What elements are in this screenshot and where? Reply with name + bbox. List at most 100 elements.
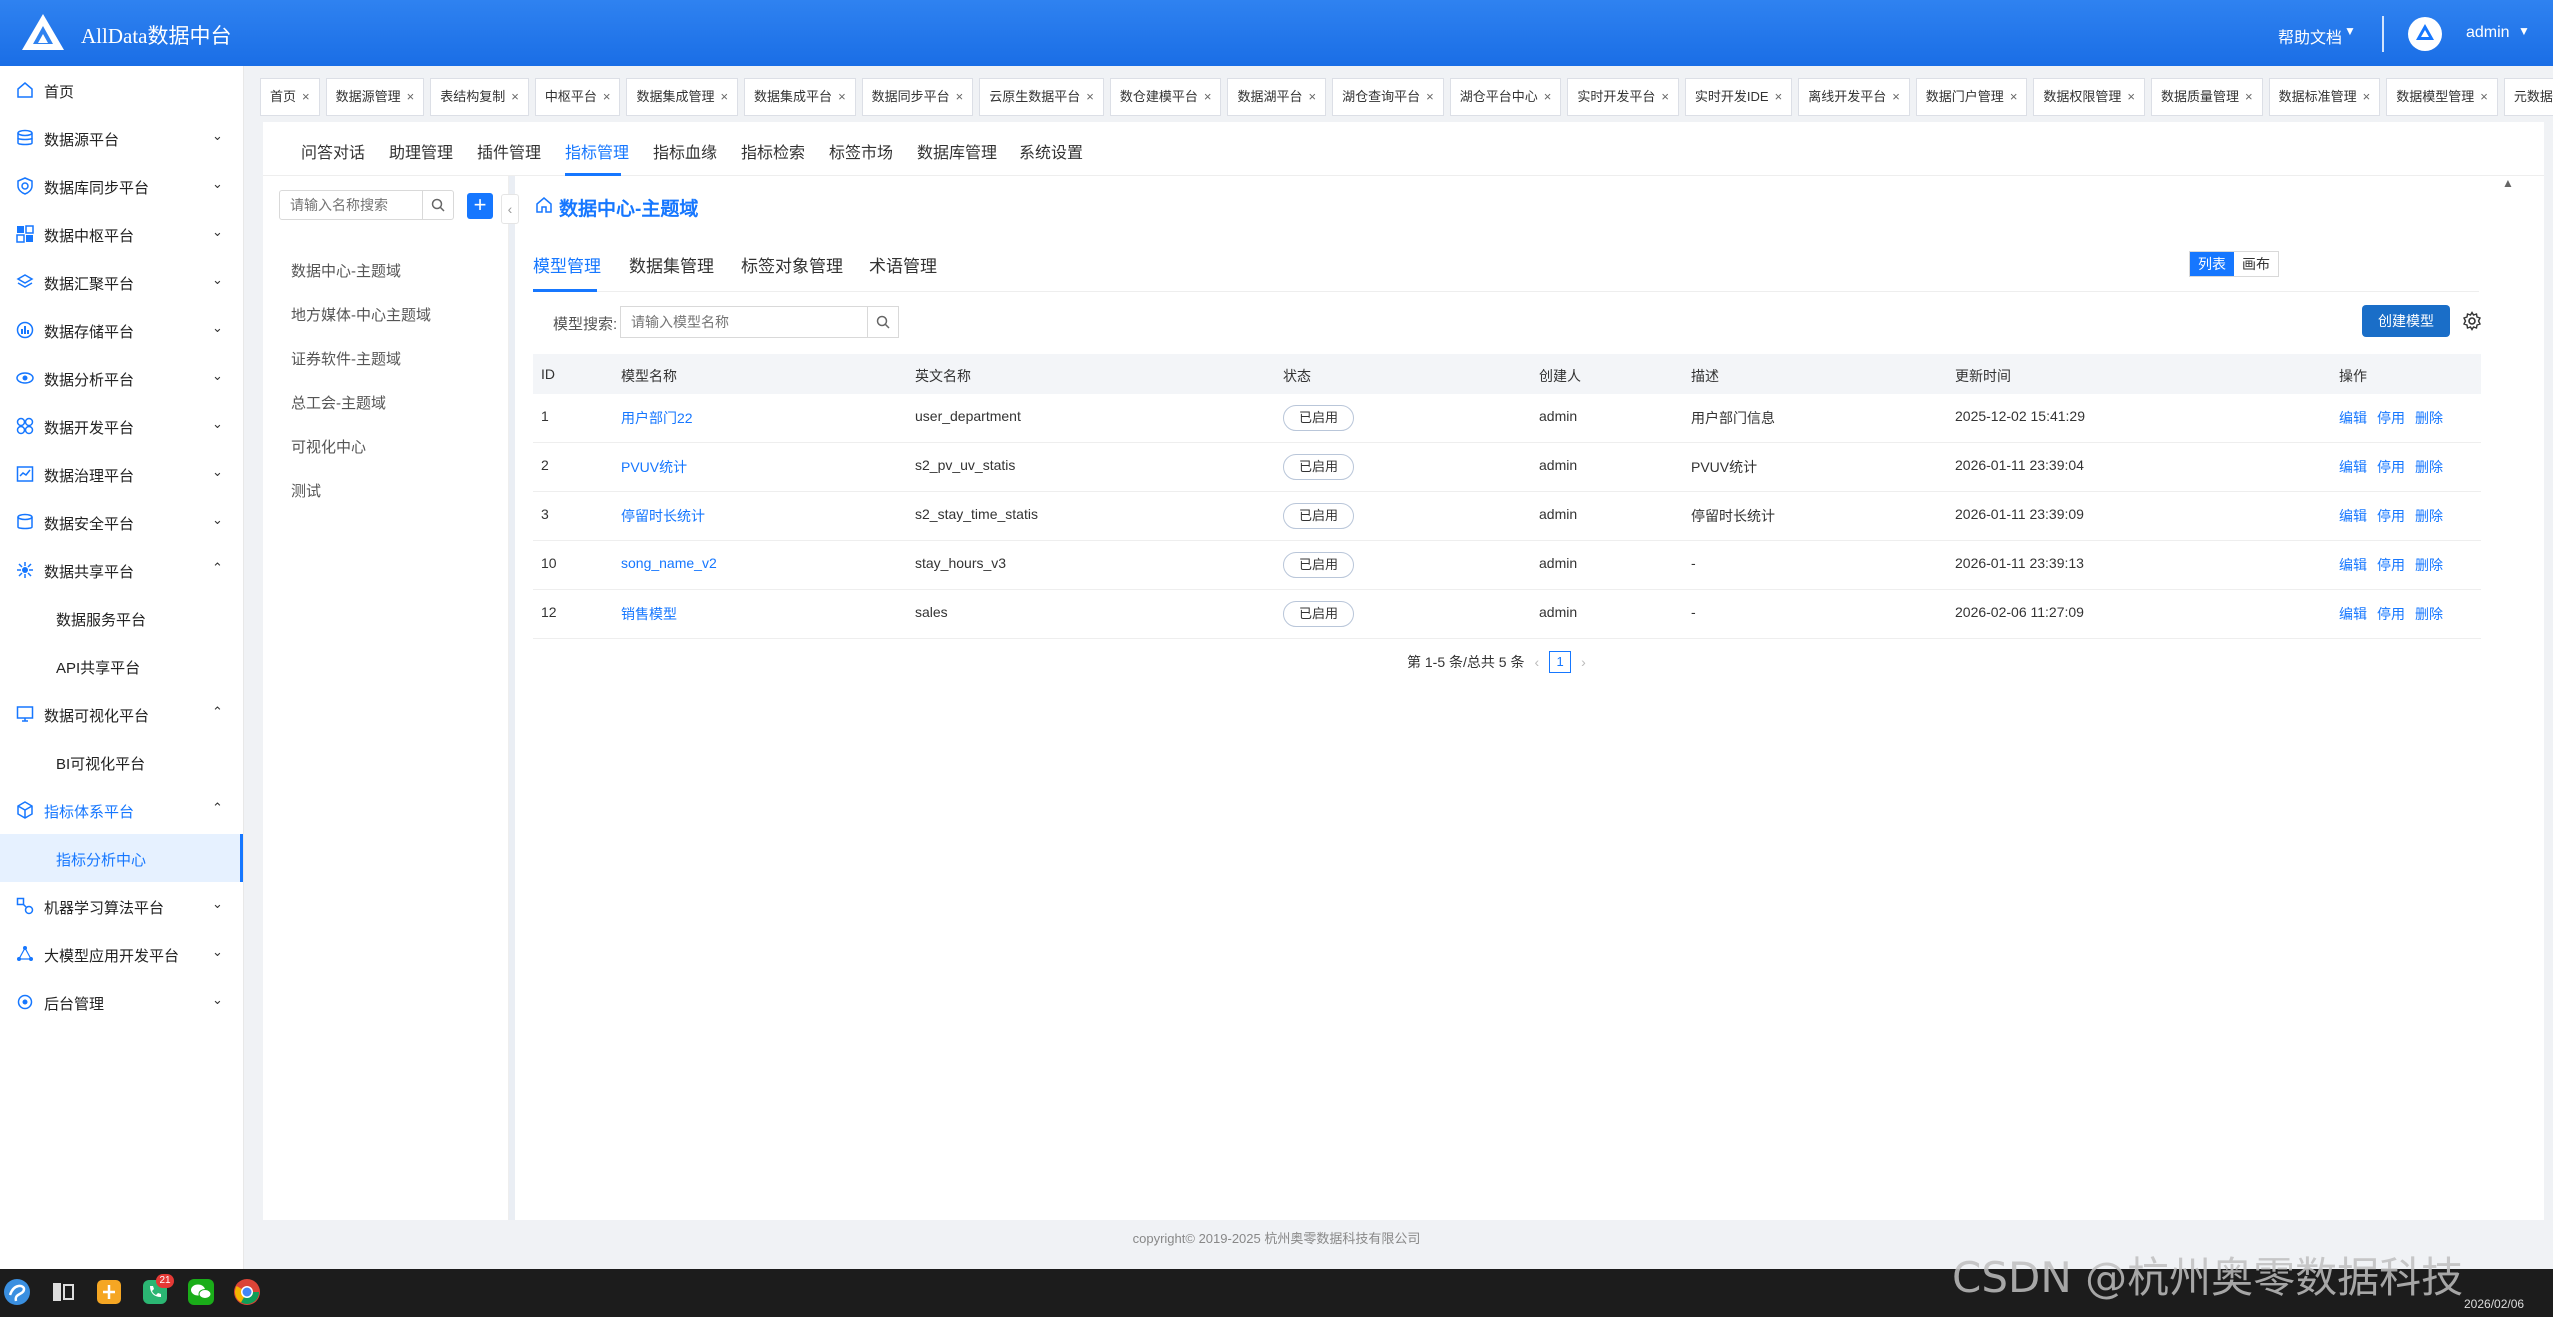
caret-down-icon[interactable]: ▼ bbox=[2518, 24, 2530, 38]
sidebar-subitem-data-service[interactable]: 数据服务平台 bbox=[0, 594, 243, 642]
sidebar-item-security[interactable]: 数据安全平台 ⌄ bbox=[0, 498, 243, 546]
visited-tag[interactable]: 数据权限管理 × bbox=[2033, 78, 2146, 116]
tree-node[interactable]: 可视化中心 bbox=[291, 436, 366, 457]
nav-indicator-search[interactable]: 指标检索 bbox=[741, 139, 805, 163]
edit-button[interactable]: 编辑 bbox=[2339, 557, 2367, 573]
tree-search-input[interactable] bbox=[279, 190, 423, 220]
delete-button[interactable]: 删除 bbox=[2415, 508, 2443, 524]
edit-button[interactable]: 编辑 bbox=[2339, 606, 2367, 622]
model-search-input[interactable] bbox=[620, 306, 868, 338]
tab-model-manage[interactable]: 模型管理 bbox=[533, 252, 601, 277]
visited-tag[interactable]: 云原生数据平台 × bbox=[979, 78, 1104, 116]
tree-search-button[interactable] bbox=[422, 190, 454, 220]
nav-assistant[interactable]: 助理管理 bbox=[389, 139, 453, 163]
page-number-button[interactable]: 1 bbox=[1549, 651, 1572, 673]
close-tag-icon[interactable]: × bbox=[511, 89, 519, 104]
close-tag-icon[interactable]: × bbox=[1426, 89, 1434, 104]
close-tag-icon[interactable]: × bbox=[407, 89, 415, 104]
model-name-link[interactable]: song_name_v2 bbox=[621, 555, 717, 571]
delete-button[interactable]: 删除 bbox=[2415, 459, 2443, 475]
visited-tag[interactable]: 元数据管理平台× bbox=[2503, 78, 2553, 116]
model-search-button[interactable] bbox=[867, 306, 899, 338]
add-domain-button[interactable]: + bbox=[467, 193, 493, 219]
close-tag-icon[interactable]: × bbox=[956, 89, 964, 104]
close-tag-icon[interactable]: × bbox=[838, 89, 846, 104]
close-tag-icon[interactable]: × bbox=[2010, 89, 2018, 104]
model-name-link[interactable]: 用户部门22 bbox=[621, 408, 693, 428]
close-tag-icon[interactable]: × bbox=[603, 89, 611, 104]
tab-dataset-manage[interactable]: 数据集管理 bbox=[629, 252, 714, 277]
visited-tag[interactable]: 实时开发平台 × bbox=[1567, 78, 1679, 116]
visited-tag[interactable]: 离线开发平台 × bbox=[1798, 78, 1910, 116]
user-avatar[interactable] bbox=[2408, 17, 2442, 51]
visited-tag[interactable]: 中枢平台 × bbox=[534, 78, 621, 116]
model-name-link[interactable]: PVUV统计 bbox=[621, 457, 687, 477]
edit-button[interactable]: 编辑 bbox=[2339, 508, 2367, 524]
chrome-icon[interactable] bbox=[232, 1277, 262, 1307]
nav-system-settings[interactable]: 系统设置 bbox=[1019, 139, 1083, 163]
disable-button[interactable]: 停用 bbox=[2377, 459, 2405, 475]
next-page-icon[interactable]: › bbox=[1581, 654, 1586, 670]
sidebar-item-visualization[interactable]: 数据可视化平台 ⌃ bbox=[0, 690, 243, 738]
disable-button[interactable]: 停用 bbox=[2377, 508, 2405, 524]
nav-plugin[interactable]: 插件管理 bbox=[477, 139, 541, 163]
close-tag-icon[interactable]: × bbox=[2245, 89, 2253, 104]
sidebar-item-hub[interactable]: 数据中枢平台 ⌄ bbox=[0, 210, 243, 258]
visited-tag[interactable]: 数据标准管理 × bbox=[2268, 78, 2381, 116]
delete-button[interactable]: 删除 bbox=[2415, 410, 2443, 426]
wechat-icon[interactable] bbox=[186, 1277, 216, 1307]
sidebar-subitem-bi[interactable]: BI可视化平台 bbox=[0, 738, 243, 786]
visited-tag[interactable]: 湖仓查询平台 × bbox=[1332, 78, 1444, 116]
sidebar-subitem-indicator-center[interactable]: 指标分析中心 bbox=[0, 834, 243, 882]
sidebar-item-db-sync[interactable]: 数据库同步平台 ⌄ bbox=[0, 162, 243, 210]
tree-node[interactable]: 数据中心-主题域 bbox=[291, 260, 401, 281]
close-tag-icon[interactable]: × bbox=[1661, 89, 1669, 104]
sidebar-item-aggregation[interactable]: 数据汇聚平台 ⌄ bbox=[0, 258, 243, 306]
visited-tag[interactable]: 数仓建模平台 × bbox=[1109, 78, 1222, 116]
tree-node[interactable]: 总工会-主题域 bbox=[291, 392, 386, 413]
view-list-button[interactable]: 列表 bbox=[2190, 252, 2234, 276]
scroll-up-icon[interactable]: ▲ bbox=[2502, 176, 2514, 190]
model-name-link[interactable]: 停留时长统计 bbox=[621, 506, 705, 526]
nav-tag-market[interactable]: 标签市场 bbox=[829, 139, 893, 163]
disable-button[interactable]: 停用 bbox=[2377, 606, 2405, 622]
close-tag-icon[interactable]: × bbox=[2363, 89, 2371, 104]
sidebar-item-home[interactable]: 首页 bbox=[0, 66, 243, 114]
sidebar-item-analysis[interactable]: 数据分析平台 ⌄ bbox=[0, 354, 243, 402]
sidebar-item-share[interactable]: 数据共享平台 ⌃ bbox=[0, 546, 243, 594]
visited-tag[interactable]: 表结构复制 × bbox=[430, 78, 529, 116]
model-name-link[interactable]: 销售模型 bbox=[621, 604, 677, 624]
sidebar-item-admin[interactable]: 后台管理 ⌄ bbox=[0, 978, 243, 1026]
create-model-button[interactable]: 创建模型 bbox=[2362, 305, 2450, 337]
close-tag-icon[interactable]: × bbox=[1544, 89, 1552, 104]
sidebar-item-datasource[interactable]: 数据源平台 ⌄ bbox=[0, 114, 243, 162]
visited-tag[interactable]: 数据门户管理 × bbox=[1915, 78, 2028, 116]
view-canvas-button[interactable]: 画布 bbox=[2234, 252, 2278, 276]
delete-button[interactable]: 删除 bbox=[2415, 557, 2443, 573]
splitter-rail[interactable] bbox=[509, 176, 515, 1220]
close-tag-icon[interactable]: × bbox=[1892, 89, 1900, 104]
visited-tag[interactable]: 数据集成平台 × bbox=[744, 78, 856, 116]
close-tag-icon[interactable]: × bbox=[1204, 89, 1212, 104]
close-tag-icon[interactable]: × bbox=[1309, 89, 1317, 104]
delete-button[interactable]: 删除 bbox=[2415, 606, 2443, 622]
caret-down-icon[interactable]: ▼ bbox=[2344, 24, 2356, 38]
prev-page-icon[interactable]: ‹ bbox=[1534, 654, 1539, 670]
close-tag-icon[interactable]: × bbox=[720, 89, 728, 104]
sidebar-subitem-api-share[interactable]: API共享平台 bbox=[0, 642, 243, 690]
close-tag-icon[interactable]: × bbox=[2480, 89, 2488, 104]
visited-tag[interactable]: 首页 × bbox=[260, 78, 320, 116]
tree-node[interactable]: 测试 bbox=[291, 480, 321, 501]
user-name[interactable]: admin bbox=[2466, 24, 2510, 42]
nav-indicator-manage[interactable]: 指标管理 bbox=[565, 139, 629, 163]
disable-button[interactable]: 停用 bbox=[2377, 557, 2405, 573]
sidebar-item-ml[interactable]: 机器学习算法平台 ⌄ bbox=[0, 882, 243, 930]
disable-button[interactable]: 停用 bbox=[2377, 410, 2405, 426]
visited-tag[interactable]: 数据集成管理 × bbox=[626, 78, 739, 116]
edit-button[interactable]: 编辑 bbox=[2339, 459, 2367, 475]
visited-tag[interactable]: 数据源管理 × bbox=[325, 78, 425, 116]
visited-tag[interactable]: 数据同步平台 × bbox=[861, 78, 974, 116]
sidebar-item-llm[interactable]: 大模型应用开发平台 ⌄ bbox=[0, 930, 243, 978]
close-tag-icon[interactable]: × bbox=[302, 89, 310, 104]
visited-tag[interactable]: 数据质量管理 × bbox=[2151, 78, 2263, 116]
